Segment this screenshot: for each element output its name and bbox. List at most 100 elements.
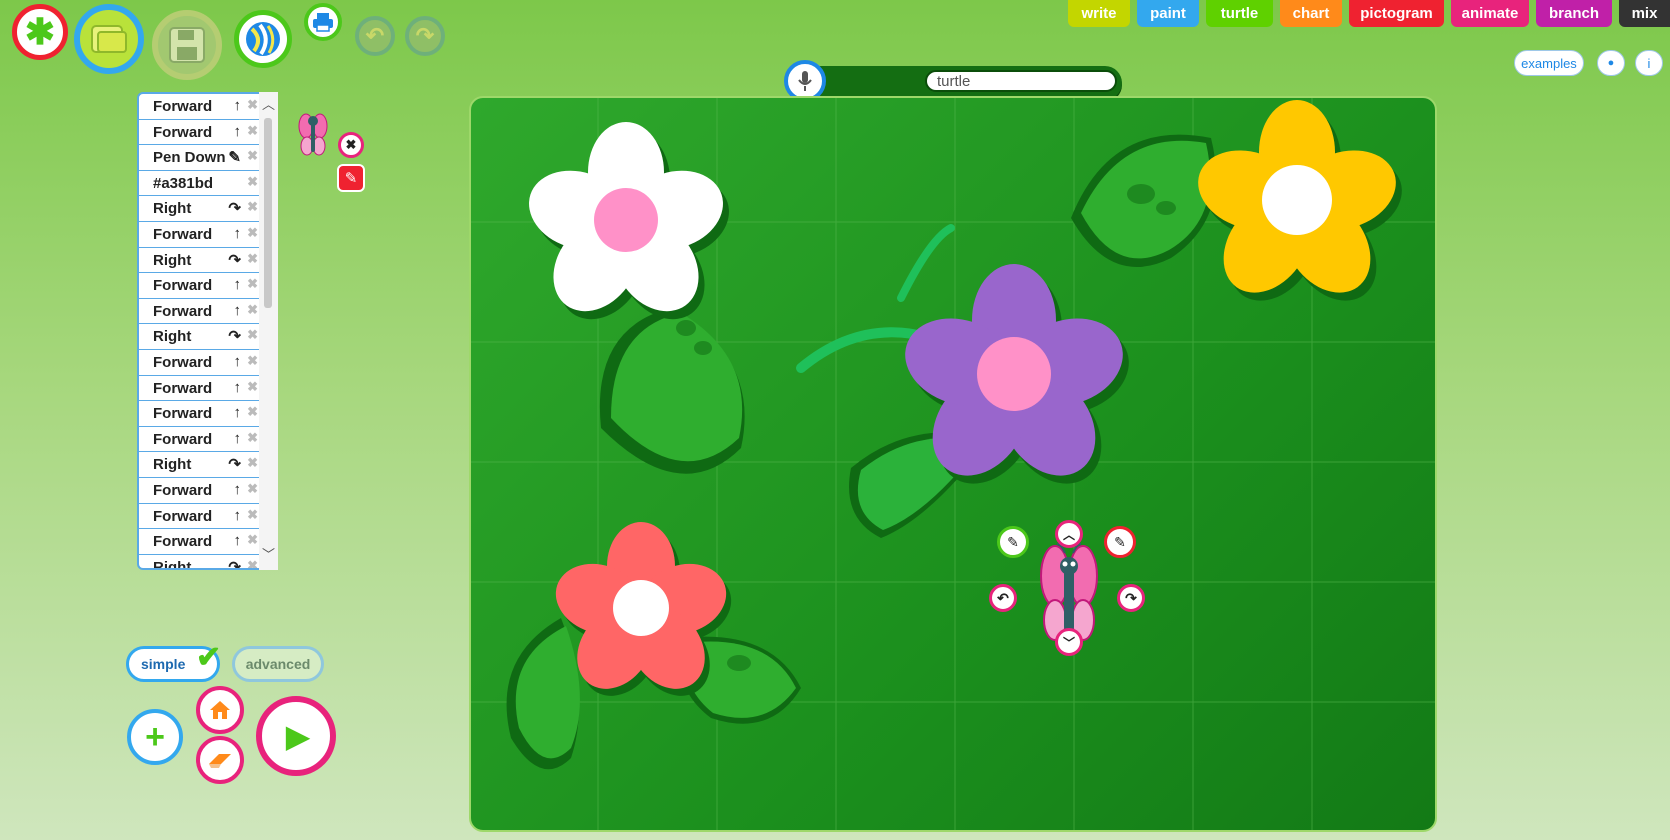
undo-button[interactable]: ↶ [355,16,395,56]
command-list[interactable]: Forward ↑ ✖ Forward ↑ ✖ Pen Down ✎ ✖ #a381bd ✖ Righ… [137,92,278,570]
command-row[interactable]: Right ↷ ✖ [139,196,261,222]
erase-button[interactable] [196,736,244,784]
open-button[interactable] [74,4,144,74]
delete-command-icon[interactable]: ✖ [247,123,258,139]
simple-mode-label: simple [141,656,186,672]
delete-command-icon[interactable]: ✖ [247,148,258,164]
share-button[interactable] [234,10,292,68]
tab-mix-label: mix [1631,5,1658,22]
delete-command-icon[interactable]: ✖ [247,97,258,113]
checkmark-icon: ✔ [196,641,222,674]
command-row[interactable]: Forward ↑ ✖ [139,376,261,402]
command-row[interactable]: Right ↷ ✖ [139,324,261,350]
turtle-back-button[interactable]: ﹀ [1055,628,1083,656]
command-row[interactable]: Right ↷ ✖ [139,248,261,274]
command-row[interactable]: Forward ↑ ✖ [139,427,261,453]
save-button[interactable] [152,10,222,80]
command-icon: ↑ [233,532,242,550]
tab-pictogram-label: pictogram [1360,5,1433,22]
command-row[interactable]: Forward ↑ ✖ [139,401,261,427]
scroll-up-icon[interactable]: ︿ [262,94,275,113]
home-button[interactable] [196,686,244,734]
save-icon [169,27,205,63]
info-button[interactable]: i [1635,50,1663,76]
delete-command-icon[interactable]: ✖ [247,302,258,318]
tab-write[interactable]: write [1068,0,1130,27]
info-label: i [1647,55,1651,71]
delete-command-icon[interactable]: ✖ [247,481,258,497]
command-row[interactable]: Forward ↑ ✖ [139,350,261,376]
delete-command-icon[interactable]: ✖ [247,251,258,267]
delete-command-icon[interactable]: ✖ [247,507,258,523]
command-icon: ↑ [233,122,242,140]
search-input[interactable] [925,70,1117,92]
command-list-scrollbar[interactable]: ︿ ﹀ [259,92,278,570]
delete-command-icon[interactable]: ✖ [247,455,258,471]
delete-command-icon[interactable]: ✖ [247,404,258,420]
delete-command-icon[interactable]: ✖ [247,276,258,292]
command-row[interactable]: Forward ↑ ✖ [139,299,261,325]
command-row[interactable]: Forward ↑ ✖ [139,478,261,504]
delete-command-icon[interactable]: ✖ [247,558,258,568]
delete-command-icon[interactable]: ✖ [247,327,258,343]
command-label: Forward [153,507,213,525]
command-row[interactable]: Pen Down ✎ ✖ [139,145,261,171]
add-command-button[interactable]: + [127,709,183,765]
delete-command-icon[interactable]: ✖ [247,225,258,241]
command-icon: ↑ [233,404,242,422]
sprite-delete-button[interactable]: ✖ [338,132,364,158]
account-button[interactable]: ● [1597,50,1625,76]
turtle-right-button[interactable]: ↷ [1117,584,1145,612]
command-icon: ↑ [233,301,242,319]
command-icon: ↑ [233,429,242,447]
delete-command-icon[interactable]: ✖ [247,430,258,446]
print-button[interactable] [304,3,342,41]
command-label: Forward [153,226,213,243]
tab-paint[interactable]: paint [1137,0,1199,27]
run-button[interactable]: ▶ [256,696,336,776]
turtle-forward-button[interactable]: ︿ [1055,520,1083,548]
new-button[interactable]: ✱ [12,4,68,60]
tab-pictogram[interactable]: pictogram [1349,0,1444,27]
command-row[interactable]: #a381bd ✖ [139,171,261,197]
pencil-icon: ✎ [344,170,358,187]
tab-branch[interactable]: branch [1536,0,1612,27]
command-row[interactable]: Forward ↑ ✖ [139,273,261,299]
turtle-left-button[interactable]: ↶ [989,584,1017,612]
turtle-pen-toggle-button[interactable]: ✎ [997,526,1029,558]
advanced-mode-button[interactable]: advanced [232,646,324,682]
tab-animate[interactable]: animate [1451,0,1529,27]
command-row[interactable]: Forward ↑ ✖ [139,529,261,555]
command-label: Pen Down [153,149,226,167]
turtle-pen-color-button[interactable]: ✎ [1104,526,1136,558]
plus-icon: + [145,718,165,756]
command-row[interactable]: Right ↷ ✖ [139,555,261,568]
command-row[interactable]: Right ↷ ✖ [139,452,261,478]
examples-button[interactable]: examples [1514,50,1584,76]
delete-command-icon[interactable]: ✖ [247,199,258,215]
delete-command-icon[interactable]: ✖ [247,532,258,548]
tab-branch-label: branch [1548,5,1599,22]
redo-button[interactable]: ↷ [405,16,445,56]
tab-turtle[interactable]: turtle [1206,0,1273,27]
scroll-down-icon[interactable]: ﹀ [262,544,275,563]
command-icon: ↷ [228,456,241,474]
butterfly-icon [298,113,328,156]
pen-color-button[interactable]: ✎ [337,164,365,192]
undo-icon: ↶ [365,23,385,48]
scroll-thumb[interactable] [264,118,272,308]
delete-command-icon[interactable]: ✖ [247,379,258,395]
command-label: Forward [153,302,213,320]
command-row[interactable]: Forward ↑ ✖ [139,504,261,530]
command-row[interactable]: Forward ↑ ✖ [139,94,261,120]
sprite-thumbnail[interactable] [298,110,328,160]
command-row[interactable]: Forward ↑ ✖ [139,120,261,146]
share-icon [246,22,280,56]
delete-command-icon[interactable]: ✖ [247,174,258,190]
tab-mix[interactable]: mix [1619,0,1670,27]
tab-chart[interactable]: chart [1280,0,1342,27]
turtle-canvas[interactable]: ✎ ︿ ✎ ↶ ↷ ﹀ [469,96,1437,832]
command-row[interactable]: Forward ↑ ✖ [139,222,261,248]
pencil-icon: ✎ [1114,533,1126,550]
delete-command-icon[interactable]: ✖ [247,353,258,369]
